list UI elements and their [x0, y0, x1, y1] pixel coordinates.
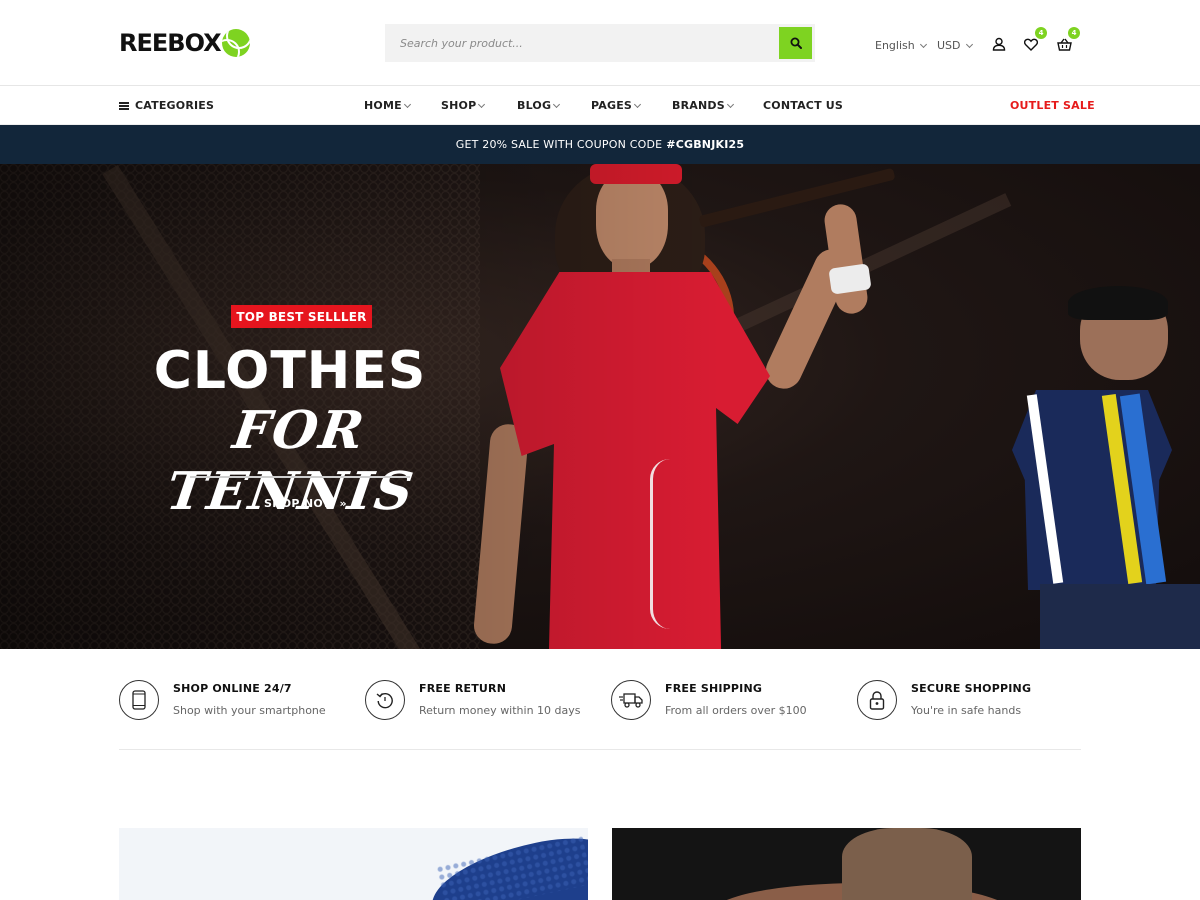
nav-item-label: HOME: [364, 99, 402, 112]
user-icon: [992, 37, 1006, 51]
feature-subtitle: Return money within 10 days: [419, 704, 581, 717]
nav-item-pages[interactable]: PAGES: [591, 99, 642, 112]
promo-banner-fitness[interactable]: [612, 828, 1081, 900]
feature-subtitle: From all orders over $100: [665, 704, 807, 717]
smartphone-icon: [119, 680, 159, 720]
chevron-down-icon: [478, 100, 486, 108]
features-strip: SHOP ONLINE 24/7 Shop with your smartpho…: [119, 672, 1081, 750]
chevron-down-icon: [633, 100, 642, 108]
chevron-down-icon: [553, 100, 561, 108]
basket-icon: [1056, 38, 1072, 51]
outlet-sale-link[interactable]: OUTLET SALE: [1010, 99, 1095, 112]
nav-item-label: BLOG: [517, 99, 552, 112]
main-nav: CATEGORIES HOME SHOP BLOG PAGES BRANDS C…: [0, 86, 1200, 125]
search-input[interactable]: [385, 24, 779, 62]
nav-item-label: SHOP: [441, 99, 477, 112]
double-chevron-right-icon: »: [339, 497, 347, 510]
categories-button[interactable]: CATEGORIES: [119, 99, 214, 112]
hero-banner: TOP BEST SELLLER CLOTHES FOR TENNIS SHOP…: [0, 164, 1200, 649]
language-select[interactable]: English: [875, 39, 927, 52]
categories-label: CATEGORIES: [135, 99, 215, 112]
feature-subtitle: You're in safe hands: [911, 704, 1022, 717]
feature-item: FREE SHIPPING From all orders over $100: [611, 680, 851, 720]
hamburger-icon: [119, 101, 129, 110]
hero-divider: [190, 476, 410, 478]
lock-icon: [857, 680, 897, 720]
feature-title: SHOP ONLINE 24/7: [173, 682, 292, 695]
promo-code: #CGBNJKI25: [666, 138, 745, 151]
feature-title: FREE SHIPPING: [665, 682, 763, 695]
search-icon: [790, 37, 802, 49]
language-value: English: [875, 39, 915, 52]
wishlist-count-badge: 4: [1035, 27, 1047, 39]
tennis-ball-icon: [221, 29, 250, 57]
nav-item-contact[interactable]: CONTACT US: [763, 99, 843, 112]
shop-now-label: SHOP NOW: [264, 497, 336, 510]
cart-button[interactable]: 4: [1053, 27, 1080, 55]
promo-bar: GET 20% SALE WITH COUPON CODE #CGBNJKI25: [0, 125, 1200, 164]
nav-item-shop[interactable]: SHOP: [441, 99, 486, 112]
nav-item-label: BRANDS: [672, 99, 725, 112]
hero-title-line1: CLOTHES: [153, 341, 427, 401]
feature-title: FREE RETURN: [419, 682, 507, 695]
feature-item: FREE RETURN Return money within 10 days: [365, 680, 605, 720]
search-button[interactable]: [779, 27, 812, 59]
currency-value: USD: [937, 39, 961, 52]
cart-count-badge: 4: [1068, 27, 1080, 39]
heart-icon: [1024, 38, 1038, 51]
search-box: [385, 24, 815, 62]
shop-now-button[interactable]: SHOP NOW »: [264, 497, 347, 510]
logo-text: REEBOX: [119, 29, 222, 57]
chevron-down-icon: [403, 100, 411, 108]
top-header: REEBOX English USD 4: [0, 0, 1200, 86]
chevron-down-icon: [919, 40, 927, 48]
nav-item-label: CONTACT US: [763, 99, 844, 112]
site-logo[interactable]: REEBOX: [119, 26, 250, 60]
nav-item-label: PAGES: [591, 99, 633, 112]
feature-subtitle: Shop with your smartphone: [173, 704, 326, 717]
feature-item: SECURE SHOPPING You're in safe hands: [857, 680, 1097, 720]
chevron-down-icon: [965, 40, 973, 48]
feature-title: SECURE SHOPPING: [911, 682, 1032, 695]
promo-banner-shoes[interactable]: [119, 828, 588, 900]
feature-item: SHOP ONLINE 24/7 Shop with your smartpho…: [119, 680, 359, 720]
currency-select[interactable]: USD: [937, 39, 973, 52]
chevron-down-icon: [726, 100, 734, 108]
nav-item-brands[interactable]: BRANDS: [672, 99, 734, 112]
promo-text: GET 20% SALE WITH COUPON CODE: [455, 138, 663, 151]
nav-item-home[interactable]: HOME: [364, 99, 411, 112]
account-button[interactable]: [988, 33, 1010, 55]
wishlist-button[interactable]: 4: [1020, 27, 1047, 55]
return-icon: [365, 680, 405, 720]
nav-item-blog[interactable]: BLOG: [517, 99, 561, 112]
hero-badge: TOP BEST SELLLER: [231, 305, 372, 328]
truck-icon: [611, 680, 651, 720]
